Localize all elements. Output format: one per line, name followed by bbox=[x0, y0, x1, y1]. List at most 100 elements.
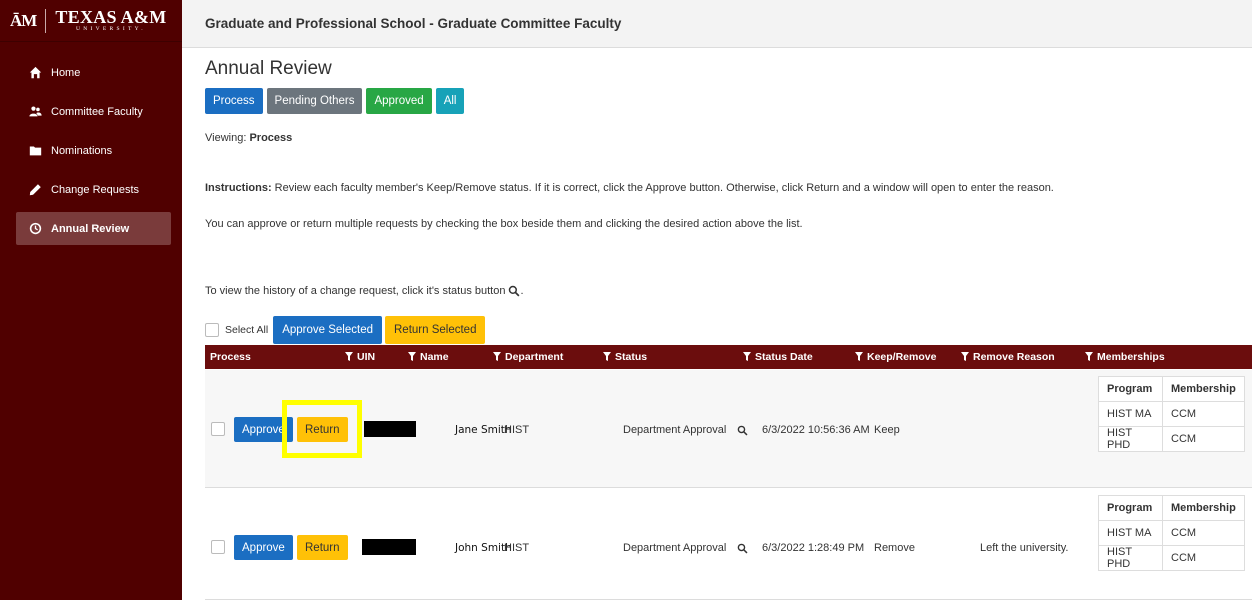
approve-selected-button[interactable]: Approve Selected bbox=[273, 316, 382, 344]
search-icon bbox=[509, 285, 520, 297]
history-help-text: To view the history of a change request,… bbox=[205, 285, 506, 297]
filter-icon[interactable] bbox=[603, 352, 611, 361]
home-icon bbox=[28, 66, 42, 80]
return-selected-button[interactable]: Return Selected bbox=[385, 316, 486, 344]
remove-reason-cell: Left the university. bbox=[980, 542, 1069, 554]
instructions: Instructions: Review each faculty member… bbox=[205, 182, 1054, 194]
sidebar-item-label: Committee Faculty bbox=[51, 105, 143, 118]
column-header-keep-remove[interactable]: Keep/Remove bbox=[867, 351, 936, 363]
history-help: To view the history of a change request,… bbox=[205, 285, 524, 297]
column-header-status-date[interactable]: Status Date bbox=[755, 351, 813, 363]
filter-icon[interactable] bbox=[1085, 352, 1093, 361]
brand-mark: ĀM bbox=[10, 10, 37, 30]
sidebar-item-nominations[interactable]: Nominations bbox=[16, 134, 171, 167]
row-checkbox[interactable] bbox=[211, 422, 225, 436]
instructions-text: Review each faculty member's Keep/Remove… bbox=[271, 182, 1054, 194]
membership-header-membership: Membership bbox=[1162, 376, 1245, 402]
pencil-icon bbox=[28, 183, 42, 197]
table-row: Approve Return John Smith HIST Departmen… bbox=[205, 489, 1252, 600]
status-date-cell: 6/3/2022 10:56:36 AM bbox=[762, 424, 870, 436]
status-filter-group: Process Pending Others Approved All bbox=[205, 88, 465, 114]
status-cell: Department Approval bbox=[623, 542, 748, 554]
return-button[interactable]: Return bbox=[297, 535, 348, 560]
column-header-memberships[interactable]: Memberships bbox=[1097, 351, 1165, 363]
memberships-table: Program Membership HIST MA CCM HIST PHD … bbox=[1098, 495, 1245, 571]
page-title: Annual Review bbox=[205, 58, 332, 79]
membership-cell: CCM bbox=[1162, 401, 1245, 427]
filter-pending-others-button[interactable]: Pending Others bbox=[266, 88, 363, 114]
filter-icon[interactable] bbox=[493, 352, 501, 361]
search-icon[interactable] bbox=[737, 543, 748, 554]
instructions-label: Instructions: bbox=[205, 182, 272, 194]
brand-divider bbox=[45, 8, 47, 33]
column-header-department[interactable]: Department bbox=[505, 351, 563, 363]
keep-remove-cell: Remove bbox=[874, 542, 915, 554]
keep-remove-cell: Keep bbox=[874, 424, 900, 436]
brand-sub: UNIVERSITY. bbox=[75, 26, 146, 33]
column-header-remove-reason[interactable]: Remove Reason bbox=[973, 351, 1055, 363]
memberships-table: Program Membership HIST MA CCM HIST PHD … bbox=[1098, 376, 1245, 452]
status-cell: Department Approval bbox=[623, 424, 748, 436]
folder-icon bbox=[28, 144, 42, 158]
users-icon bbox=[28, 105, 42, 119]
program-cell: HIST PHD bbox=[1098, 426, 1163, 452]
clock-icon bbox=[28, 222, 42, 236]
return-button[interactable]: Return bbox=[297, 417, 348, 442]
multi-select-help: You can approve or return multiple reque… bbox=[205, 218, 803, 230]
department-cell: HIST bbox=[504, 542, 530, 554]
table-row: Approve Return Jane Smith HIST Departmen… bbox=[205, 370, 1252, 488]
status-date-cell: 6/3/2022 1:28:49 PM bbox=[762, 542, 865, 554]
brand-name: TEXAS A&M bbox=[55, 7, 167, 28]
membership-cell: CCM bbox=[1162, 520, 1245, 546]
sidebar-item-committee-faculty[interactable]: Committee Faculty bbox=[16, 95, 171, 128]
column-header-process[interactable]: Process bbox=[210, 351, 251, 363]
approve-button[interactable]: Approve bbox=[234, 535, 293, 560]
sidebar-item-label: Home bbox=[51, 66, 81, 79]
header-title: Graduate and Professional School - Gradu… bbox=[205, 16, 622, 31]
sidebar-item-home[interactable]: Home bbox=[16, 56, 171, 89]
program-cell: HIST MA bbox=[1098, 401, 1163, 427]
viewing-label: Viewing: bbox=[205, 132, 247, 144]
filter-icon[interactable] bbox=[345, 352, 353, 361]
membership-cell: CCM bbox=[1162, 426, 1245, 452]
filter-icon[interactable] bbox=[408, 352, 416, 361]
sidebar-nav: Home Committee Faculty Nominations Chang… bbox=[16, 56, 171, 251]
column-header-status[interactable]: Status bbox=[615, 351, 647, 363]
filter-icon[interactable] bbox=[961, 352, 969, 361]
program-cell: HIST PHD bbox=[1098, 545, 1163, 571]
column-header-name[interactable]: Name bbox=[420, 351, 449, 363]
uin-redaction bbox=[364, 421, 416, 437]
filter-icon[interactable] bbox=[743, 352, 751, 361]
filter-icon[interactable] bbox=[855, 352, 863, 361]
table-header: Process UIN Name Department Status Statu… bbox=[205, 345, 1252, 369]
department-cell: HIST bbox=[504, 424, 530, 436]
sidebar-item-annual-review[interactable]: Annual Review bbox=[16, 212, 171, 245]
membership-header-membership: Membership bbox=[1162, 495, 1245, 521]
status-text: Department Approval bbox=[623, 424, 727, 436]
sidebar-item-label: Change Requests bbox=[51, 183, 140, 196]
column-header-uin[interactable]: UIN bbox=[357, 351, 375, 363]
sidebar: ĀM TEXAS A&M UNIVERSITY. Home Committee … bbox=[0, 0, 182, 600]
filter-approved-button[interactable]: Approved bbox=[366, 88, 432, 114]
sidebar-item-label: Nominations bbox=[51, 144, 113, 157]
uin-redaction bbox=[362, 539, 416, 555]
header-bar: Graduate and Professional School - Gradu… bbox=[182, 0, 1252, 48]
filter-all-button[interactable]: All bbox=[435, 88, 465, 114]
brand-wordmark: TEXAS A&M UNIVERSITY. bbox=[55, 8, 166, 33]
viewing-indicator: Viewing: Process bbox=[205, 132, 292, 144]
select-all-checkbox[interactable] bbox=[205, 323, 219, 337]
sidebar-item-label: Annual Review bbox=[51, 222, 130, 235]
search-icon[interactable] bbox=[737, 425, 748, 436]
viewing-value: Process bbox=[249, 132, 293, 144]
sidebar-item-change-requests[interactable]: Change Requests bbox=[16, 173, 171, 206]
status-text: Department Approval bbox=[623, 542, 727, 554]
bulk-actions: Select All Approve Selected Return Selec… bbox=[205, 316, 486, 344]
filter-process-button[interactable]: Process bbox=[205, 88, 263, 114]
row-checkbox[interactable] bbox=[211, 540, 225, 554]
select-all-label: Select All bbox=[225, 324, 269, 336]
membership-header-program: Program bbox=[1098, 376, 1163, 402]
tamu-logo[interactable]: ĀM TEXAS A&M UNIVERSITY. bbox=[0, 0, 182, 42]
membership-header-program: Program bbox=[1098, 495, 1163, 521]
membership-cell: CCM bbox=[1162, 545, 1245, 571]
program-cell: HIST MA bbox=[1098, 520, 1163, 546]
